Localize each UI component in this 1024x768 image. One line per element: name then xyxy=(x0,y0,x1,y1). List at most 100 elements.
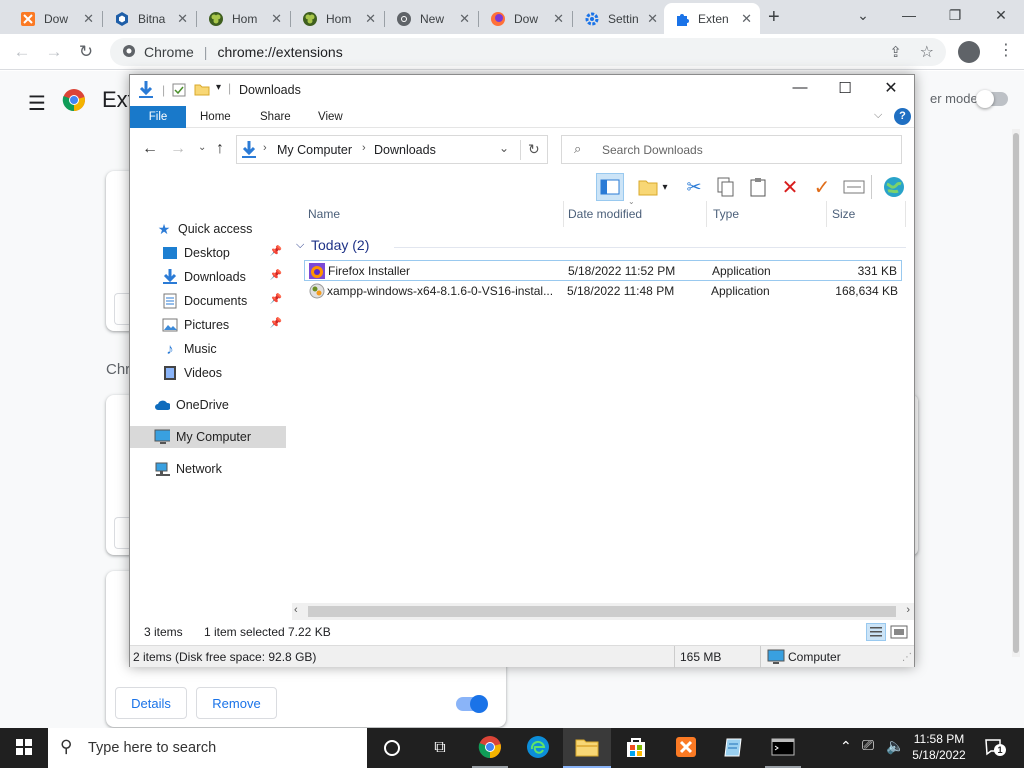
nav-downloads[interactable]: Downloads 📌 xyxy=(130,266,286,288)
horizontal-scrollbar[interactable]: ‹ › xyxy=(292,603,914,620)
nav-desktop[interactable]: Desktop 📌 xyxy=(130,242,286,264)
change-view-icon[interactable] xyxy=(636,175,660,199)
nav-my-computer[interactable]: My Computer xyxy=(130,426,286,448)
reload-button[interactable]: ↻ xyxy=(74,40,98,64)
group-header-today[interactable]: ⌵ Today (2) xyxy=(296,237,906,257)
nav-quick-access[interactable]: ★ Quick access xyxy=(130,218,286,240)
nav-music[interactable]: ♪ Music xyxy=(130,338,286,360)
new-folder-icon[interactable] xyxy=(194,82,210,99)
tab-7[interactable]: Exten ✕ xyxy=(664,3,760,34)
help-icon[interactable]: ? xyxy=(894,108,911,125)
minimize-button[interactable]: — xyxy=(886,0,932,30)
nav-documents[interactable]: Documents 📌 xyxy=(130,290,286,312)
system-clock[interactable]: 11:58 PM 5/18/2022 xyxy=(906,731,972,767)
page-scrollbar[interactable] xyxy=(1012,129,1020,657)
profile-avatar[interactable] xyxy=(958,41,980,63)
nav-videos[interactable]: Videos xyxy=(130,362,286,384)
paste-clipboard-icon[interactable] xyxy=(746,175,770,199)
show-hidden-icons-chevron[interactable]: ⌃ xyxy=(840,738,852,755)
tab-0[interactable]: Dow ✕ xyxy=(10,3,102,34)
nav-network[interactable]: Network xyxy=(130,458,286,480)
close-icon[interactable]: ✕ xyxy=(459,11,470,27)
file-row[interactable]: xampp-windows-x64-8.1.6-0-VS16-instal...… xyxy=(304,281,902,302)
search-downloads-input[interactable]: ⌕ Search Downloads xyxy=(561,135,902,164)
nav-pictures[interactable]: Pictures 📌 xyxy=(130,314,286,336)
close-icon[interactable]: ✕ xyxy=(83,11,94,27)
developer-mode-toggle[interactable] xyxy=(976,90,1008,108)
breadcrumb-downloads[interactable]: Downloads xyxy=(374,143,436,157)
new-tab-button[interactable]: + xyxy=(768,6,780,29)
qat-dropdown-icon[interactable]: ▾ xyxy=(216,82,221,93)
ribbon-tab-home[interactable]: Home xyxy=(200,106,231,128)
restore-button[interactable]: ❐ xyxy=(932,0,978,30)
taskbar-notepad[interactable] xyxy=(710,728,758,768)
cortana-button[interactable] xyxy=(368,728,416,768)
forward-button[interactable]: → xyxy=(42,40,66,64)
recent-locations-icon[interactable]: ⌄ xyxy=(198,142,206,153)
details-button[interactable]: Details xyxy=(115,687,187,719)
ribbon-tab-share[interactable]: Share xyxy=(260,106,291,128)
close-icon[interactable]: ✕ xyxy=(365,11,376,27)
large-icons-view-icon[interactable] xyxy=(890,624,908,643)
taskbar-file-explorer[interactable] xyxy=(563,728,611,768)
extension-enable-toggle[interactable] xyxy=(456,695,488,713)
view-dropdown-icon[interactable]: ▾ xyxy=(658,175,672,199)
breadcrumb-my-computer[interactable]: My Computer xyxy=(277,143,352,157)
ribbon-tab-view[interactable]: View xyxy=(318,106,343,128)
action-center-button[interactable]: 1 xyxy=(984,738,1006,759)
bookmark-star-icon[interactable]: ☆ xyxy=(920,42,934,62)
up-arrow-icon[interactable]: ↑ xyxy=(216,140,224,158)
taskbar-edge[interactable] xyxy=(514,728,562,768)
close-icon[interactable]: ✕ xyxy=(177,11,188,27)
close-icon[interactable]: ✕ xyxy=(553,11,564,27)
tab-search-button[interactable]: ⌄ xyxy=(840,0,886,30)
taskbar-store[interactable] xyxy=(612,728,660,768)
copy-icon[interactable] xyxy=(714,175,738,199)
task-view-button[interactable]: ⧉ xyxy=(416,728,464,768)
tab-2[interactable]: Hom ✕ xyxy=(198,3,290,34)
tab-5[interactable]: Dow ✕ xyxy=(480,3,572,34)
checkmark-icon[interactable]: ✓ xyxy=(810,175,834,199)
details-view-icon[interactable] xyxy=(866,623,886,641)
share-icon[interactable]: ⇪ xyxy=(889,43,902,61)
nav-onedrive[interactable]: OneDrive xyxy=(130,394,286,416)
back-arrow-icon[interactable]: ← xyxy=(142,140,158,158)
tab-1[interactable]: Bitna ✕ xyxy=(104,3,196,34)
maximize-button[interactable]: ☐ xyxy=(830,79,860,97)
back-button[interactable]: ← xyxy=(10,40,34,64)
column-header-size[interactable]: Size xyxy=(826,201,906,227)
expand-ribbon-icon[interactable]: ⌵ xyxy=(874,109,882,122)
close-window-button[interactable]: ✕ xyxy=(978,0,1024,30)
resize-grip-icon[interactable]: ⋰ xyxy=(902,652,912,663)
close-button[interactable]: ✕ xyxy=(876,78,906,98)
globe-icon[interactable] xyxy=(882,175,906,199)
close-icon[interactable]: ✕ xyxy=(271,11,282,27)
properties-check-icon[interactable] xyxy=(172,83,186,100)
file-row[interactable]: Firefox Installer 5/18/2022 11:52 PM App… xyxy=(304,260,902,281)
tab-4[interactable]: New ✕ xyxy=(386,3,478,34)
volume-icon[interactable]: 🔈 xyxy=(886,737,905,755)
tab-3[interactable]: Hom ✕ xyxy=(292,3,384,34)
column-header-type[interactable]: Type xyxy=(707,201,827,227)
network-status-icon[interactable]: ⎚ xyxy=(862,737,874,754)
cut-scissors-icon[interactable]: ✂ xyxy=(682,175,706,199)
address-bar[interactable]: › My Computer › Downloads ⌄ ↻ xyxy=(236,135,548,164)
taskbar-chrome[interactable] xyxy=(466,728,514,768)
taskbar-search-box[interactable]: ⚲ Type here to search xyxy=(48,728,367,768)
preview-pane-icon[interactable] xyxy=(596,173,624,201)
close-icon[interactable]: ✕ xyxy=(741,11,752,27)
taskbar-terminal[interactable] xyxy=(759,728,807,768)
start-button[interactable] xyxy=(0,728,48,768)
taskbar-xampp[interactable] xyxy=(662,728,710,768)
omnibox[interactable]: Chrome | chrome://extensions ⇪ ☆ xyxy=(110,38,946,66)
close-icon[interactable]: ✕ xyxy=(647,11,658,27)
scroll-left-icon[interactable]: ‹ xyxy=(294,604,298,616)
refresh-icon[interactable]: ↻ xyxy=(528,141,540,158)
scrollbar-thumb[interactable] xyxy=(308,606,896,617)
ribbon-tab-file[interactable]: File xyxy=(130,106,186,128)
minimize-button[interactable]: — xyxy=(785,79,815,96)
remove-button[interactable]: Remove xyxy=(196,687,277,719)
address-dropdown-icon[interactable]: ⌄ xyxy=(499,141,509,155)
scroll-right-icon[interactable]: › xyxy=(906,604,910,616)
tab-6[interactable]: Settin ✕ xyxy=(574,3,666,34)
